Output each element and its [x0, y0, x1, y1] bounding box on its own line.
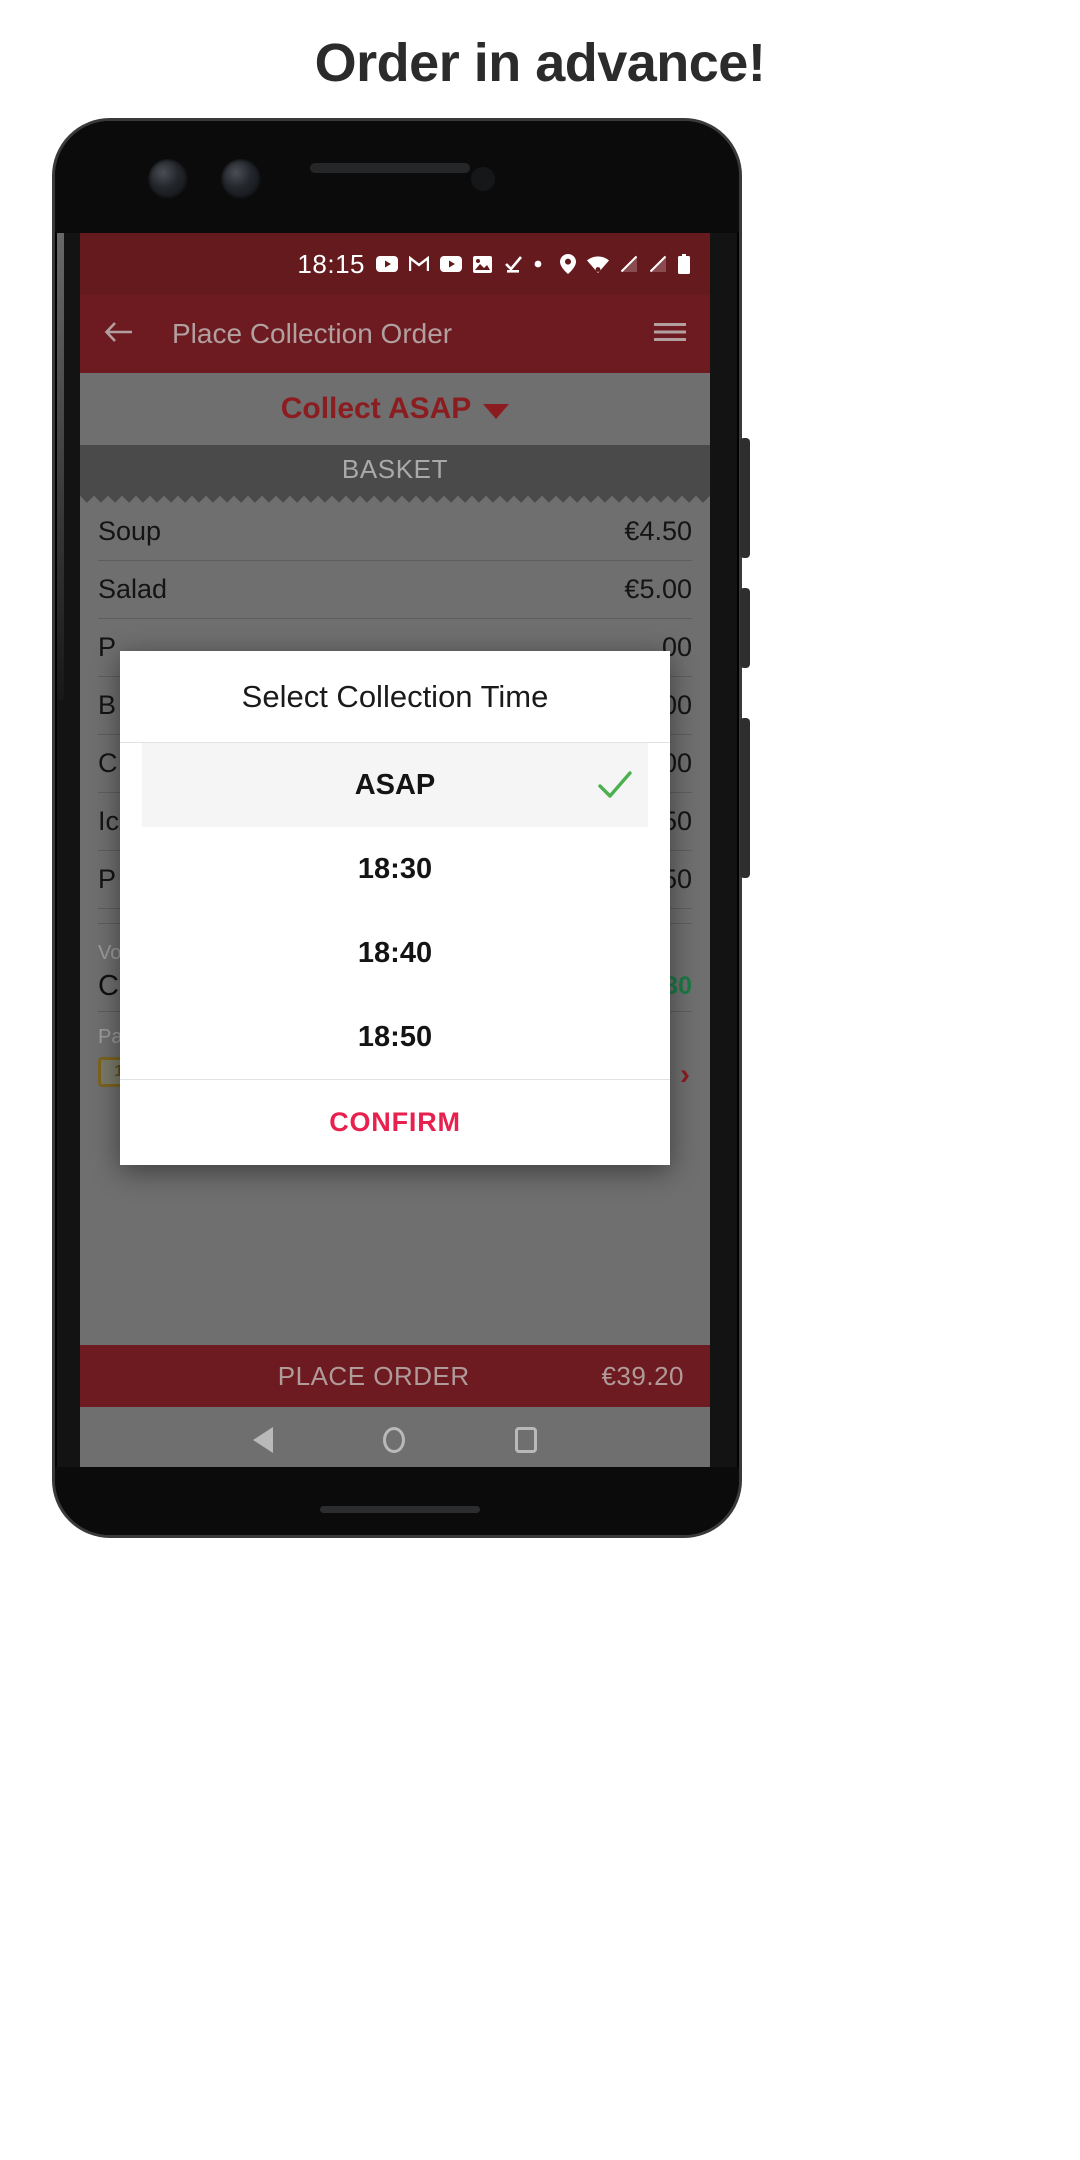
check-icon — [598, 771, 632, 799]
phone-bottom-bezel — [55, 1467, 739, 1535]
phone-edge-highlight — [57, 181, 64, 701]
select-collection-time-dialog: Select Collection Time ASAP 18:30 18:40 — [120, 651, 670, 1165]
phone-chin-speaker — [320, 1506, 480, 1513]
dialog-option-label: 18:40 — [357, 936, 433, 969]
earpiece-speaker — [310, 163, 470, 173]
phone-screen: 18:15 Place Collection Order Collect ASA… — [80, 233, 710, 1473]
dialog-option-1850[interactable]: 18:50 — [120, 995, 670, 1079]
phone-power-button — [740, 588, 750, 668]
confirm-button[interactable]: CONFIRM — [329, 1107, 461, 1138]
phone-top-bezel — [55, 121, 739, 233]
dialog-footer: CONFIRM — [120, 1079, 670, 1165]
dialog-option-1840[interactable]: 18:40 — [120, 911, 670, 995]
front-camera-icon — [148, 159, 188, 199]
phone-mockup: 18:15 Place Collection Order Collect ASA… — [52, 118, 750, 1538]
front-camera-secondary-icon — [221, 159, 261, 199]
dialog-option-label: 18:30 — [357, 852, 433, 885]
phone-side-button — [740, 718, 750, 878]
dialog-option-label: ASAP — [354, 768, 436, 801]
dialog-option-asap[interactable]: ASAP — [142, 743, 648, 827]
dialog-option-1830[interactable]: 18:30 — [120, 827, 670, 911]
page-title: Order in advance! — [314, 33, 766, 93]
dialog-title: Select Collection Time — [120, 651, 670, 743]
phone-body: 18:15 Place Collection Order Collect ASA… — [52, 118, 742, 1538]
dialog-option-label: 18:50 — [357, 1020, 433, 1053]
proximity-sensor-icon — [471, 167, 495, 191]
phone-volume-button — [740, 438, 750, 558]
dialog-option-list: ASAP 18:30 18:40 18:50 — [120, 743, 670, 1079]
